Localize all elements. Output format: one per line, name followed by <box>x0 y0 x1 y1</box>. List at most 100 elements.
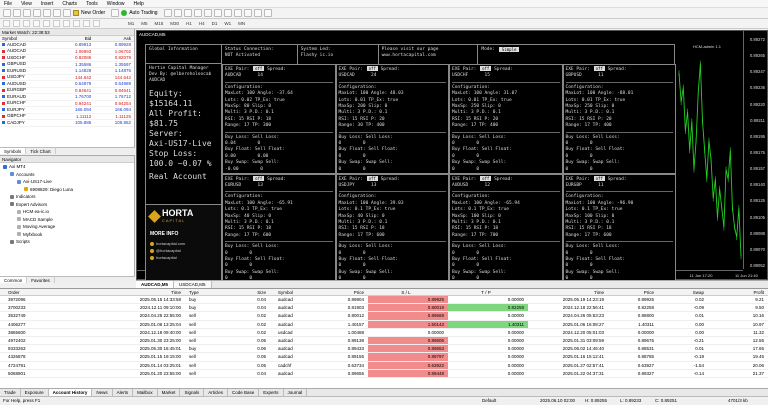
col-swap[interactable]: Swap <box>658 289 708 295</box>
fibo-icon[interactable] <box>63 20 70 27</box>
new-chart-icon[interactable] <box>3 9 11 17</box>
terminal-tab[interactable]: Code Base <box>228 389 260 396</box>
navigator-item[interactable]: Indicators <box>0 193 134 201</box>
tf-m5[interactable]: M5 <box>139 21 149 26</box>
tf-mn[interactable]: MN <box>236 21 247 26</box>
terminal-tab[interactable]: News <box>92 389 113 396</box>
terminal-tab[interactable]: Market <box>158 389 181 396</box>
market-watch-icon[interactable] <box>23 9 31 17</box>
menu-tools[interactable]: Tools <box>86 1 98 7</box>
terminal-tab[interactable]: Exposure <box>21 389 49 396</box>
navigator-item[interactable]: Axi-US17-Live <box>0 178 134 186</box>
trendline-icon[interactable] <box>43 20 50 27</box>
menu-insert[interactable]: Insert <box>41 1 54 7</box>
auto-trading-button[interactable]: Auto Trading <box>121 10 158 16</box>
new-order-button[interactable]: New Order <box>73 10 105 16</box>
navigator-item[interactable]: MACD Sample <box>0 216 134 224</box>
history-row[interactable]: 4326878 2025.01.15 19:15:00 sell 0.05 audcad… <box>0 353 768 362</box>
menu-view[interactable]: View <box>21 1 32 7</box>
terminal-tab[interactable]: Articles <box>204 389 228 396</box>
menu-help[interactable]: Help <box>134 1 144 7</box>
col-close-price[interactable]: Price <box>608 289 658 295</box>
metaeditor-icon[interactable] <box>111 9 120 17</box>
candle-chart-icon[interactable] <box>173 9 182 17</box>
price-scale[interactable]: 0.89272 0.89265 0.89247 0.89236 0.89220 0.892… <box>743 31 767 269</box>
zoom-out-icon[interactable] <box>203 9 212 17</box>
pair-toggle[interactable]: off <box>253 175 265 181</box>
navigator-item[interactable]: Accounts <box>0 171 134 179</box>
history-row[interactable]: 5068901 2025.01.20 23:55:00 sell 0.04 audcad… <box>0 369 768 378</box>
tab-favorites[interactable]: Favorites <box>27 277 55 283</box>
col-sl[interactable]: S / L <box>368 289 448 295</box>
profiles-icon[interactable] <box>13 9 21 17</box>
col-order[interactable]: Order <box>0 289 50 295</box>
terminal-tab[interactable]: Journal <box>284 389 308 396</box>
chart-window[interactable]: AUDCAD,M5 HCM-admin 1.1 0.89272 0.89265 0.… <box>136 30 768 292</box>
col-bid[interactable]: Bid <box>55 36 95 41</box>
col-symbol[interactable]: Symbol <box>270 289 320 295</box>
menu-charts[interactable]: Charts <box>62 1 77 7</box>
col-size[interactable]: Size <box>220 289 270 295</box>
tester-icon[interactable] <box>63 9 71 17</box>
data-window-icon[interactable] <box>33 9 41 17</box>
col-type[interactable]: Type <box>185 289 220 295</box>
terminal-tab[interactable]: Signals <box>180 389 205 396</box>
history-row[interactable]: 4724791 2025.01.14 03:25:01 sell 0.05 cadchf… <box>0 361 768 370</box>
terminal-tab[interactable]: Trade <box>0 389 21 396</box>
market-watch-row[interactable]: CADJPY 105.886 105.862 <box>0 120 134 127</box>
navigator-item[interactable]: HCM ea-ic.io <box>0 208 134 216</box>
col-tp[interactable]: T / P <box>448 289 528 295</box>
tf-h1[interactable]: H1 <box>184 21 194 26</box>
menu-file[interactable]: File <box>4 1 12 7</box>
pair-toggle[interactable]: off <box>480 175 492 181</box>
tf-m1[interactable]: M1 <box>126 21 136 26</box>
tf-m30[interactable]: M30 <box>168 21 181 26</box>
terminal-tab[interactable]: Alerts <box>113 389 134 396</box>
menu-window[interactable]: Window <box>107 1 125 7</box>
mode-button[interactable]: Simple <box>498 47 520 52</box>
chart-tab-audcad[interactable]: AUDCAD,M5 <box>136 281 174 288</box>
history-row[interactable]: 3972096 2025.05.15 14:33:58 buy 0.04 audcad 0… <box>0 296 768 305</box>
vline-icon[interactable] <box>23 20 30 27</box>
indicators-icon[interactable] <box>243 9 252 17</box>
col-ask[interactable]: Ask <box>94 36 134 41</box>
history-row[interactable]: 3700233 2024.12.11 09:10:00 buy 0.04 audcad 0… <box>0 304 768 313</box>
periods-icon[interactable] <box>253 9 262 17</box>
navigator-item[interactable]: 6908829: Diego Luna <box>0 186 134 194</box>
pair-toggle[interactable]: off <box>366 66 378 71</box>
pair-toggle[interactable]: off <box>480 66 492 71</box>
hline-icon[interactable] <box>33 20 40 27</box>
arrow-icon[interactable] <box>93 20 100 27</box>
tf-h4[interactable]: H4 <box>197 21 207 26</box>
crosshair-icon[interactable] <box>13 20 20 27</box>
terminal-icon[interactable] <box>53 9 61 17</box>
tf-w1[interactable]: W1 <box>222 21 233 26</box>
terminal-tab[interactable]: Experts <box>259 389 284 396</box>
col-symbol[interactable]: Symbol <box>0 36 55 41</box>
navigator-item[interactable]: Moving Average <box>0 223 134 231</box>
pair-toggle[interactable]: off <box>253 66 265 71</box>
line-chart-icon[interactable] <box>183 9 192 17</box>
terminal-tab[interactable]: Mailbox <box>133 389 158 396</box>
cursor-icon[interactable] <box>3 20 10 27</box>
history-row[interactable]: 4406277 2025.01.06 13:25:04 sell 0.02 audcad… <box>0 320 768 329</box>
text-icon[interactable] <box>73 20 80 27</box>
label-icon[interactable] <box>83 20 90 27</box>
tab-common[interactable]: Common <box>0 277 28 283</box>
history-row[interactable]: 3865600 2024.12.18 09:40:00 sell 0.02 usdcad… <box>0 329 768 337</box>
zoom-in-icon[interactable] <box>193 9 202 17</box>
history-row[interactable]: 9333263 2025.05.30 16:45:01 buy 0.06 audcad 0… <box>0 345 768 354</box>
pair-toggle[interactable]: off <box>593 66 605 71</box>
navigator-item[interactable]: Expert Advisors <box>0 201 134 209</box>
tab-tick-chart[interactable]: Tick Chart <box>26 148 56 154</box>
pair-toggle[interactable]: off <box>593 175 605 181</box>
shift-icon[interactable] <box>233 9 242 17</box>
channel-icon[interactable] <box>53 20 60 27</box>
col-close-time[interactable]: Time <box>528 289 608 295</box>
bar-chart-icon[interactable] <box>163 9 172 17</box>
col-price[interactable]: Price <box>320 289 368 295</box>
col-profit[interactable]: Profit <box>708 289 768 295</box>
templates-icon[interactable] <box>263 9 272 17</box>
terminal-tab[interactable]: Account History <box>48 389 93 396</box>
autoscroll-icon[interactable] <box>223 9 232 17</box>
